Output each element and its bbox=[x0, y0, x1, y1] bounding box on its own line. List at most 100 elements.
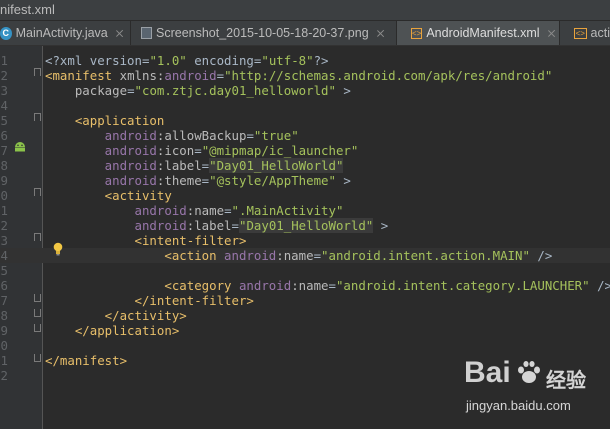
line-number: 4 bbox=[0, 248, 8, 263]
line-number: 7 bbox=[0, 293, 8, 308]
code-token: <manifest bbox=[45, 68, 120, 83]
line-number: 5 bbox=[0, 113, 8, 128]
code-token: > bbox=[335, 83, 351, 98]
code-text: </activity> bbox=[45, 308, 187, 323]
window-title: nifest.xml bbox=[0, 2, 55, 17]
line-number: 4 bbox=[0, 98, 8, 113]
code-text: android:allowBackup="true" bbox=[45, 128, 299, 143]
line-number: 8 bbox=[0, 158, 8, 173]
code-line[interactable]: 5 <application bbox=[0, 113, 610, 128]
code-token: </manifest> bbox=[45, 353, 128, 368]
close-icon[interactable] bbox=[377, 30, 384, 37]
fold-marker-icon[interactable] bbox=[34, 68, 41, 76]
code-line[interactable]: 1 <?xml version="1.0" encoding="utf-8"?> bbox=[0, 53, 610, 68]
tab-main-activity[interactable]: C MainActivity.java bbox=[0, 21, 131, 45]
tab-screenshot[interactable]: Screenshot_2015-10-05-18-20-37.png bbox=[131, 21, 397, 45]
code-token: "http://schemas.android.com/apk/res/andr… bbox=[224, 68, 553, 83]
code-line[interactable]: 1 android:name=".MainActivity" bbox=[0, 203, 610, 218]
fold-marker-icon[interactable] bbox=[34, 188, 41, 196]
line-number: 8 bbox=[0, 308, 8, 323]
code-text: <application bbox=[45, 113, 165, 128]
close-icon[interactable] bbox=[548, 30, 551, 37]
code-text: <manifest xmlns:android="http://schemas.… bbox=[45, 68, 552, 83]
code-line[interactable]: 8 android:label="Day01_HelloWorld" bbox=[0, 158, 610, 173]
code-text: <category android:name="android.intent.c… bbox=[45, 278, 610, 293]
code-token: </application> bbox=[45, 323, 180, 338]
line-number: 9 bbox=[0, 173, 8, 188]
code-line[interactable]: 6 <category android:name="android.intent… bbox=[0, 278, 610, 293]
title-bar: nifest.xml bbox=[0, 0, 610, 21]
code-line[interactable]: 0 bbox=[0, 338, 610, 353]
paw-icon bbox=[518, 361, 540, 383]
fold-marker-icon[interactable] bbox=[34, 309, 41, 317]
code-line[interactable]: 2 <manifest xmlns:android="http://schemas… bbox=[0, 68, 610, 83]
code-token: "Day01_HelloWorld" bbox=[238, 218, 374, 233]
code-token: = bbox=[194, 143, 202, 158]
code-line[interactable]: 8 </activity> bbox=[0, 308, 610, 323]
image-file-icon bbox=[141, 27, 152, 39]
tab-label: acti bbox=[590, 26, 610, 40]
fold-marker-icon[interactable] bbox=[34, 324, 41, 332]
code-token: </intent-filter> bbox=[45, 293, 254, 308]
jingyan-logo-text: 经验 bbox=[546, 368, 586, 392]
code-token: > bbox=[238, 233, 247, 248]
code-line[interactable]: 3 <intent-filter> bbox=[0, 233, 610, 248]
line-number: 1 bbox=[0, 353, 8, 368]
code-token: :theme bbox=[156, 173, 202, 188]
code-token: package bbox=[45, 83, 128, 98]
line-number: 3 bbox=[0, 83, 8, 98]
code-token: "android.intent.category.LAUNCHER" bbox=[335, 278, 590, 293]
code-token: :name bbox=[276, 248, 314, 263]
code-line[interactable]: 2 android:label="Day01_HelloWorld" > bbox=[0, 218, 610, 233]
baidu-jingyan-watermark: Bai 经验 jingyan.baidu.com bbox=[464, 356, 604, 426]
line-number: 6 bbox=[0, 278, 8, 293]
code-text: </intent-filter> bbox=[45, 293, 254, 308]
code-line[interactable]: 0 <activity bbox=[0, 188, 610, 203]
code-line[interactable]: 3 package="com.ztjc.day01_helloworld" > bbox=[0, 83, 610, 98]
code-text: android:label="Day01_HelloWorld" bbox=[45, 158, 344, 173]
code-token: "com.ztjc.day01_helloworld" bbox=[134, 83, 336, 98]
code-line[interactable]: 5 bbox=[0, 263, 610, 278]
code-token: <?xml version= bbox=[45, 53, 150, 68]
code-line[interactable]: 7 android:icon="@mipmap/ic_launcher" bbox=[0, 143, 610, 158]
tab-activity-xml[interactable]: <> acti bbox=[560, 21, 610, 45]
code-line[interactable]: 9 </application> bbox=[0, 323, 610, 338]
fold-marker-icon[interactable] bbox=[34, 113, 41, 121]
code-text: </manifest> bbox=[45, 353, 127, 368]
code-line[interactable]: 7 </intent-filter> bbox=[0, 293, 610, 308]
code-token: encoding= bbox=[186, 53, 262, 68]
android-icon[interactable] bbox=[14, 142, 26, 152]
code-line[interactable]: 4 bbox=[0, 98, 610, 113]
code-token: ?> bbox=[313, 53, 329, 68]
xml-file-icon: <> bbox=[411, 27, 423, 39]
line-number: 2 bbox=[0, 368, 8, 383]
code-token: <application bbox=[45, 113, 165, 128]
code-token: xmlns: bbox=[119, 68, 165, 83]
code-token: > bbox=[373, 218, 389, 233]
fold-marker-icon[interactable] bbox=[34, 233, 41, 241]
close-icon[interactable] bbox=[116, 30, 122, 37]
code-token: "1.0" bbox=[149, 53, 187, 68]
baidu-logo: Bai bbox=[464, 356, 511, 389]
code-line[interactable]: 9 android:theme="@style/AppTheme" > bbox=[0, 173, 610, 188]
tab-android-manifest[interactable]: <> AndroidManifest.xml bbox=[397, 21, 560, 45]
code-token: :icon bbox=[156, 143, 195, 158]
fold-marker-icon[interactable] bbox=[34, 294, 41, 302]
code-line[interactable]: 4 <action android:name="android.intent.a… bbox=[0, 248, 610, 263]
code-text: </application> bbox=[45, 323, 179, 338]
fold-marker-icon[interactable] bbox=[34, 354, 41, 362]
code-text: android:label="Day01_HelloWorld" > bbox=[45, 218, 388, 233]
code-token: = bbox=[231, 218, 239, 233]
code-token: = bbox=[216, 68, 225, 83]
code-token: "utf-8" bbox=[261, 53, 314, 68]
code-token: android bbox=[45, 203, 187, 218]
lightbulb-icon[interactable] bbox=[53, 242, 63, 256]
code-token: :name bbox=[186, 203, 225, 218]
line-number: 1 bbox=[0, 203, 8, 218]
tab-label: AndroidManifest.xml bbox=[426, 26, 540, 40]
code-line[interactable]: 6 android:allowBackup="true" bbox=[0, 128, 610, 143]
line-number: 2 bbox=[0, 68, 8, 83]
code-text: <intent-filter> bbox=[45, 233, 247, 248]
code-text: <activity bbox=[45, 188, 172, 203]
code-token: "@mipmap/ic_launcher" bbox=[201, 143, 359, 158]
